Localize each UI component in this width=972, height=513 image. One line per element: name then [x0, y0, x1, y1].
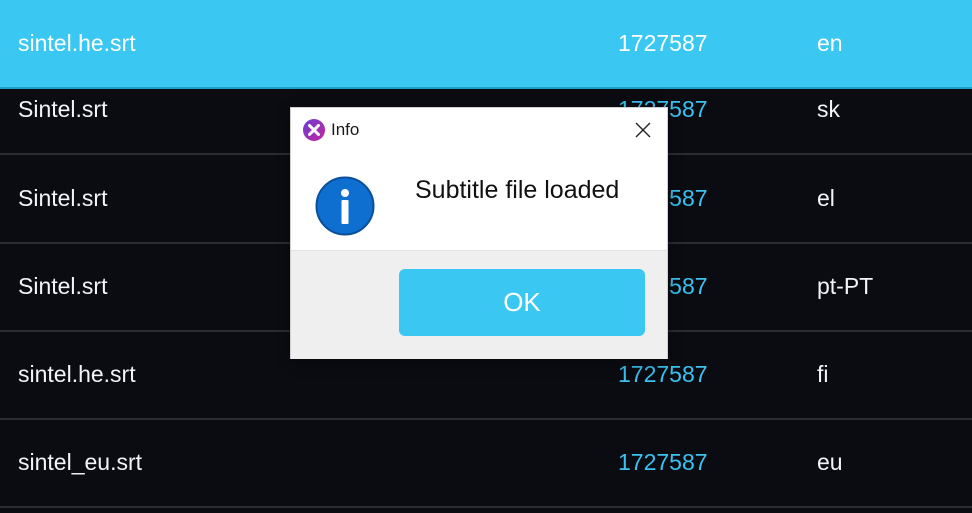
subtitle-filename: sintel.he.srt	[18, 361, 136, 387]
dialog-titlebar[interactable]: Info	[291, 108, 667, 152]
ok-button[interactable]: OK	[399, 269, 645, 336]
subtitle-filename: Sintel.srt	[18, 96, 108, 122]
subtitle-language: sk	[817, 96, 840, 122]
subtitle-language: el	[817, 185, 835, 211]
subtitle-language: eu	[817, 449, 843, 475]
dialog-footer: OK	[291, 250, 667, 359]
app-logo-icon	[302, 118, 326, 142]
subtitle-filename: Sintel.srt	[18, 273, 108, 299]
subtitle-language: pt-PT	[817, 273, 874, 299]
dialog-message: Subtitle file loaded	[415, 176, 620, 204]
subtitle-language: fi	[817, 361, 829, 387]
subtitle-filename: sintel_eu.srt	[18, 449, 143, 475]
dialog-title: Info	[331, 120, 360, 139]
close-icon[interactable]	[633, 120, 653, 140]
subtitle-filename: Sintel.srt	[18, 185, 108, 211]
info-dialog: Info Subtitle file loaded OK	[291, 108, 667, 359]
info-icon	[315, 176, 375, 236]
subtitle-row[interactable]: sintel_eu.srt 1727587 eu	[0, 419, 972, 508]
subtitle-id: 1727587	[618, 449, 708, 475]
